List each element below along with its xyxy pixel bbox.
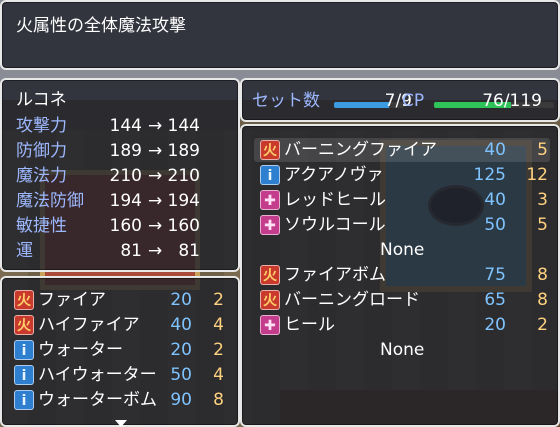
param-before: 210 (109, 166, 142, 186)
water-icon: i (260, 165, 280, 185)
fire-icon: 火 (260, 290, 280, 310)
scroll-down-arrow[interactable] (115, 420, 127, 427)
param-after: 144 (167, 116, 200, 136)
param-label: 魔法力 (16, 166, 67, 186)
param-before: 144 (109, 116, 142, 136)
cp-value: 76/119 (482, 91, 542, 111)
skill-mp-cost: 20 (484, 315, 506, 335)
skill-list-window: 火ファイア 20 2 火ハイファイア 40 4 i ウォーター 20 2 i ハイウォーター 50 4 i ウ… (0, 276, 240, 427)
skill-tp-cost: 3 (537, 190, 548, 210)
skill-tp-cost: 12 (526, 165, 548, 185)
capacity-window: セット数 7/9 CP 76/119 (240, 78, 560, 122)
empty-slot-label: None (380, 340, 425, 360)
help-text: 火属性の全体魔法攻撃 (16, 16, 186, 36)
empty-slot-label: None (380, 240, 425, 260)
skill-name: ハイファイア (38, 315, 140, 335)
skill-tp-cost: 4 (213, 315, 224, 335)
heal-icon: ✚ (260, 190, 280, 210)
skill-tp-cost: 2 (537, 315, 548, 335)
param-before: 194 (109, 191, 142, 211)
help-window: 火属性の全体魔法攻撃 (0, 0, 560, 70)
skill-name: レッドヒール (284, 190, 386, 210)
fire-icon: 火 (14, 315, 34, 335)
skill-tp-cost: 2 (213, 290, 224, 310)
param-after: 189 (167, 141, 200, 161)
skill-mp-cost: 90 (170, 390, 192, 410)
param-after: 81 (178, 241, 200, 261)
heal-icon: ✚ (260, 215, 280, 235)
param-before: 189 (109, 141, 142, 161)
skill-tp-cost: 5 (537, 140, 548, 160)
skill-name: バーニングファイア (284, 140, 437, 160)
skill-mp-cost: 75 (484, 265, 506, 285)
set-count-label: セット数 (252, 91, 320, 111)
skill-mp-cost: 40 (484, 190, 506, 210)
param-after: 160 (167, 216, 200, 236)
cp-label: CP (402, 91, 425, 111)
water-icon: i (14, 365, 34, 385)
skill-mp-cost: 125 (473, 165, 506, 185)
skill-mp-cost: 20 (170, 340, 192, 360)
skill-name: バーニングロード (284, 290, 420, 310)
param-label: 運 (16, 241, 33, 261)
param-label: 魔法防御 (16, 191, 84, 211)
water-icon: i (14, 390, 34, 410)
skill-name: ファイアボム (284, 265, 386, 285)
skill-tp-cost: 4 (213, 365, 224, 385)
skill-mp-cost: 50 (170, 365, 192, 385)
fire-icon: 火 (260, 265, 280, 285)
skill-name: ヒール (284, 315, 335, 335)
skill-tp-cost: 8 (213, 390, 224, 410)
heal-icon: ✚ (260, 315, 280, 335)
water-icon: i (14, 340, 34, 360)
skill-name: ハイウォーター (38, 365, 157, 385)
param-before: 160 (109, 216, 142, 236)
actor-name: ルコネ (16, 90, 67, 110)
param-before: 81 (120, 241, 142, 261)
skill-tp-cost: 8 (537, 290, 548, 310)
fire-icon: 火 (260, 140, 280, 160)
skill-mp-cost: 40 (484, 140, 506, 160)
param-after: 210 (167, 166, 200, 186)
skill-name: ソウルコール (284, 215, 386, 235)
skill-tp-cost: 8 (537, 265, 548, 285)
param-label: 攻撃力 (16, 116, 67, 136)
param-label: 防御力 (16, 141, 67, 161)
fire-icon: 火 (14, 290, 34, 310)
skill-mp-cost: 20 (170, 290, 192, 310)
skill-mp-cost: 50 (484, 215, 506, 235)
param-after: 194 (167, 191, 200, 211)
skill-tp-cost: 5 (537, 215, 548, 235)
param-label: 敏捷性 (16, 216, 67, 236)
status-window: ルコネ 攻撃力 144 → 144 防御力 189 → 189 魔法力 210 → 210 魔法防御 19… (0, 78, 240, 272)
skill-mp-cost: 65 (484, 290, 506, 310)
skill-name: ウォーターボム (38, 390, 157, 410)
skill-mp-cost: 40 (170, 315, 192, 335)
skill-name: アクアノヴァ (284, 165, 384, 185)
equipped-skills-window: 火バーニングファイア 40 5 i アクアノヴァ 125 12 ✚ レッドヒール 40 3 ✚ ソウルコ… (240, 124, 560, 427)
skill-tp-cost: 2 (213, 340, 224, 360)
skill-name: ファイア (38, 290, 106, 310)
skill-name: ウォーター (38, 340, 123, 360)
